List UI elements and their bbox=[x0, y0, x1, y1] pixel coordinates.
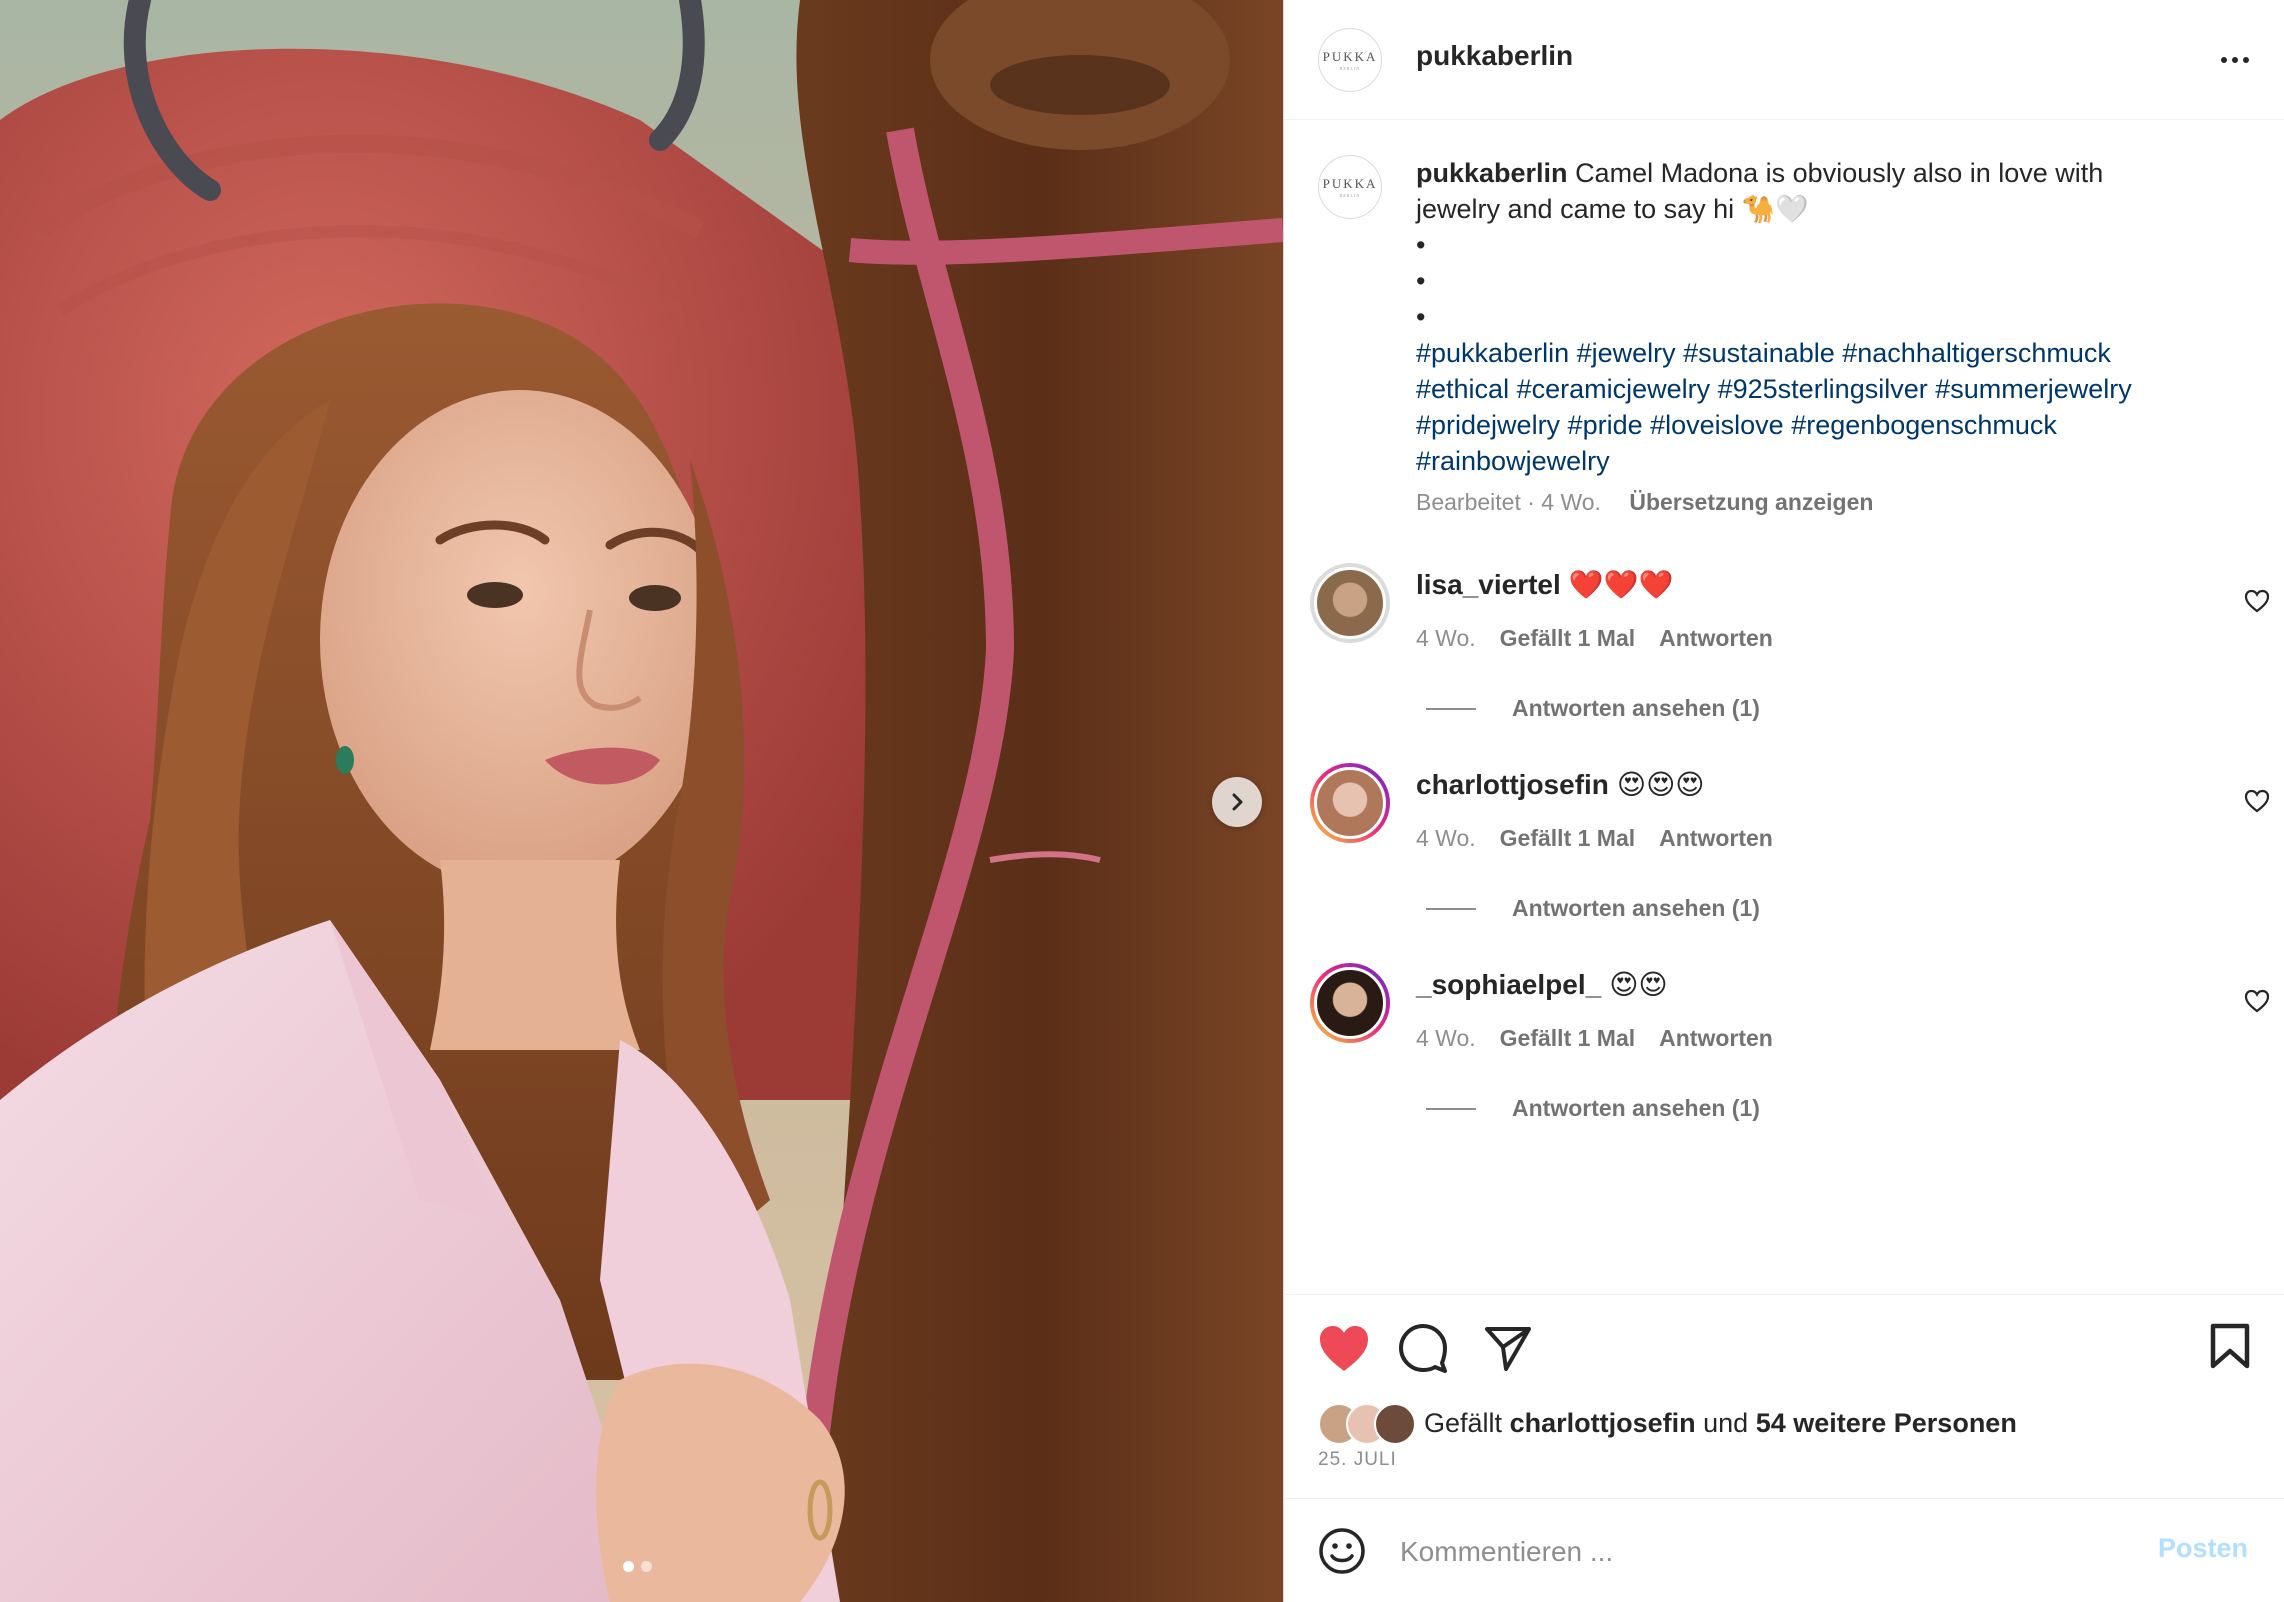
post-header: PUKKA BERLIN pukkaberlin bbox=[1284, 0, 2284, 120]
author-avatar[interactable]: PUKKA BERLIN bbox=[1318, 28, 1382, 92]
caption-bullet: • bbox=[1416, 302, 1426, 332]
chevron-right-icon bbox=[1232, 793, 1243, 811]
caption-meta: Bearbeitet · 4 Wo. Übersetzung anzeigen bbox=[1416, 489, 2256, 516]
reply-button[interactable]: Antworten bbox=[1659, 1025, 1773, 1051]
commenter-avatar[interactable] bbox=[1310, 763, 1390, 843]
commenter-avatar[interactable] bbox=[1310, 963, 1390, 1043]
carousel-dot-active bbox=[623, 1561, 634, 1572]
comment-age: 4 Wo. bbox=[1416, 825, 1476, 851]
caption-line-2: jewelry and came to say hi 🐪🤍 bbox=[1416, 194, 1809, 224]
hashtags-line[interactable]: #rainbowjewelry bbox=[1416, 443, 2256, 479]
comment-text-line: charlottjosefin 😍😍😍 bbox=[1416, 768, 1705, 801]
commenter-username[interactable]: charlottjosefin bbox=[1416, 769, 1609, 800]
heart-icon[interactable] bbox=[1318, 1325, 1370, 1373]
commenter-username[interactable]: lisa_viertel bbox=[1416, 569, 1561, 600]
comment-text: ❤️❤️❤️ bbox=[1568, 569, 1674, 600]
liker-avatar bbox=[1374, 1403, 1416, 1445]
replies-divider bbox=[1426, 907, 1476, 910]
post-photo[interactable] bbox=[0, 0, 1283, 1602]
reply-button[interactable]: Antworten bbox=[1659, 825, 1773, 851]
caption-username[interactable]: pukkaberlin bbox=[1416, 158, 1568, 188]
comment-input[interactable] bbox=[1398, 1527, 2082, 1577]
comment-likes[interactable]: Gefällt 1 Mal bbox=[1500, 825, 1635, 851]
hashtags-line[interactable]: #pridejwelry #pride #loveislove #regenbo… bbox=[1416, 407, 2256, 443]
view-replies-button[interactable]: Antworten ansehen (1) bbox=[1426, 1095, 1760, 1122]
liker-avatars bbox=[1318, 1403, 1424, 1445]
post-comment-button[interactable]: Posten bbox=[2158, 1533, 2248, 1564]
likes-text: Gefällt charlottjosefin und 54 weitere P… bbox=[1424, 1407, 2017, 1438]
replies-divider bbox=[1426, 707, 1476, 710]
post-date: 25. JULI bbox=[1318, 1449, 1397, 1470]
caption-body: pukkaberlin Camel Madona is obviously al… bbox=[1416, 155, 2256, 516]
caption-bullet: • bbox=[1416, 230, 1426, 260]
hashtags-line[interactable]: #pukkaberlin #jewelry #sustainable #nach… bbox=[1416, 335, 2256, 371]
caption-line-1: pukkaberlin Camel Madona is obviously al… bbox=[1416, 155, 2256, 191]
comment-meta: 4 Wo. Gefällt 1 Mal Antworten bbox=[1416, 1025, 1773, 1052]
avatar-logo-subtext: BERLIN bbox=[1339, 66, 1361, 71]
carousel-dot bbox=[641, 1561, 652, 1572]
comment-text-line: lisa_viertel ❤️❤️❤️ bbox=[1416, 568, 1673, 601]
action-bar: Gefällt charlottjosefin und 54 weitere P… bbox=[1284, 1294, 2284, 1470]
caption-author-avatar[interactable]: PUKKA BERLIN bbox=[1318, 155, 1382, 219]
comment-like-heart-icon[interactable] bbox=[2244, 789, 2270, 813]
comment-likes[interactable]: Gefällt 1 Mal bbox=[1500, 1025, 1635, 1051]
comment-row: _sophiaelpel_ 😍😍 4 Wo. Gefällt 1 Mal Antwort… bbox=[1284, 963, 2284, 1153]
caption-text: Camel Madona is obviously also in love w… bbox=[1575, 158, 2104, 188]
more-options-button[interactable] bbox=[2208, 45, 2262, 75]
reply-button[interactable]: Antworten bbox=[1659, 625, 1773, 651]
comment-like-heart-icon[interactable] bbox=[2244, 589, 2270, 613]
add-comment-bar: Posten bbox=[1284, 1498, 2284, 1602]
comment-icon[interactable] bbox=[1398, 1323, 1448, 1373]
emoji-icon[interactable] bbox=[1318, 1527, 1366, 1575]
liker-username[interactable]: charlottjosefin bbox=[1510, 1408, 1696, 1438]
more-icon bbox=[2221, 57, 2227, 63]
avatar-logo-text: PUKKA bbox=[1322, 49, 1378, 64]
comment-text: 😍😍 bbox=[1609, 969, 1668, 1000]
instagram-post: PUKKA BERLIN pukkaberlin PUKKA BERLIN pu… bbox=[0, 0, 2284, 1602]
replies-divider bbox=[1426, 1107, 1476, 1110]
likes-summary: Gefällt charlottjosefin und 54 weitere P… bbox=[1318, 1403, 2017, 1445]
share-icon[interactable] bbox=[1484, 1325, 1532, 1371]
comment-age: 4 Wo. bbox=[1416, 1025, 1476, 1051]
commenter-avatar[interactable] bbox=[1310, 563, 1390, 643]
caption: PUKKA BERLIN pukkaberlin Camel Madona is… bbox=[1318, 155, 2258, 525]
comment-meta: 4 Wo. Gefällt 1 Mal Antworten bbox=[1416, 625, 1773, 652]
post-side-panel: PUKKA BERLIN pukkaberlin PUKKA BERLIN pu… bbox=[1283, 0, 2284, 1602]
comment-row: lisa_viertel ❤️❤️❤️ 4 Wo. Gefällt 1 Mal Antw… bbox=[1284, 563, 2284, 753]
post-photo-image bbox=[0, 0, 1283, 1602]
author-username[interactable]: pukkaberlin bbox=[1416, 40, 1573, 72]
translate-link[interactable]: Übersetzung anzeigen bbox=[1629, 489, 1873, 515]
comment-row: charlottjosefin 😍😍😍 4 Wo. Gefällt 1 Mal Antw… bbox=[1284, 763, 2284, 953]
comment-likes[interactable]: Gefällt 1 Mal bbox=[1500, 625, 1635, 651]
caption-bullet: • bbox=[1416, 266, 1426, 296]
avatar-photo bbox=[1314, 967, 1386, 1039]
comment-age: 4 Wo. bbox=[1416, 625, 1476, 651]
comment-text: 😍😍😍 bbox=[1616, 769, 1705, 800]
view-replies-button[interactable]: Antworten ansehen (1) bbox=[1426, 895, 1760, 922]
commenter-username[interactable]: _sophiaelpel_ bbox=[1416, 969, 1601, 1000]
comment-like-heart-icon[interactable] bbox=[2244, 989, 2270, 1013]
edited-label: Bearbeitet · 4 Wo. bbox=[1416, 489, 1601, 515]
next-photo-button[interactable] bbox=[1212, 777, 1262, 827]
hashtags-line[interactable]: #ethical #ceramicjewelry #925sterlingsil… bbox=[1416, 371, 2256, 407]
others-liked-link[interactable]: 54 weitere Personen bbox=[1756, 1408, 2017, 1438]
view-replies-button[interactable]: Antworten ansehen (1) bbox=[1426, 695, 1760, 722]
bookmark-icon[interactable] bbox=[2210, 1323, 2250, 1369]
carousel-indicator bbox=[623, 1561, 652, 1572]
comment-meta: 4 Wo. Gefällt 1 Mal Antworten bbox=[1416, 825, 1773, 852]
avatar-photo bbox=[1314, 567, 1386, 639]
avatar-photo bbox=[1314, 767, 1386, 839]
comment-text-line: _sophiaelpel_ 😍😍 bbox=[1416, 968, 1668, 1001]
